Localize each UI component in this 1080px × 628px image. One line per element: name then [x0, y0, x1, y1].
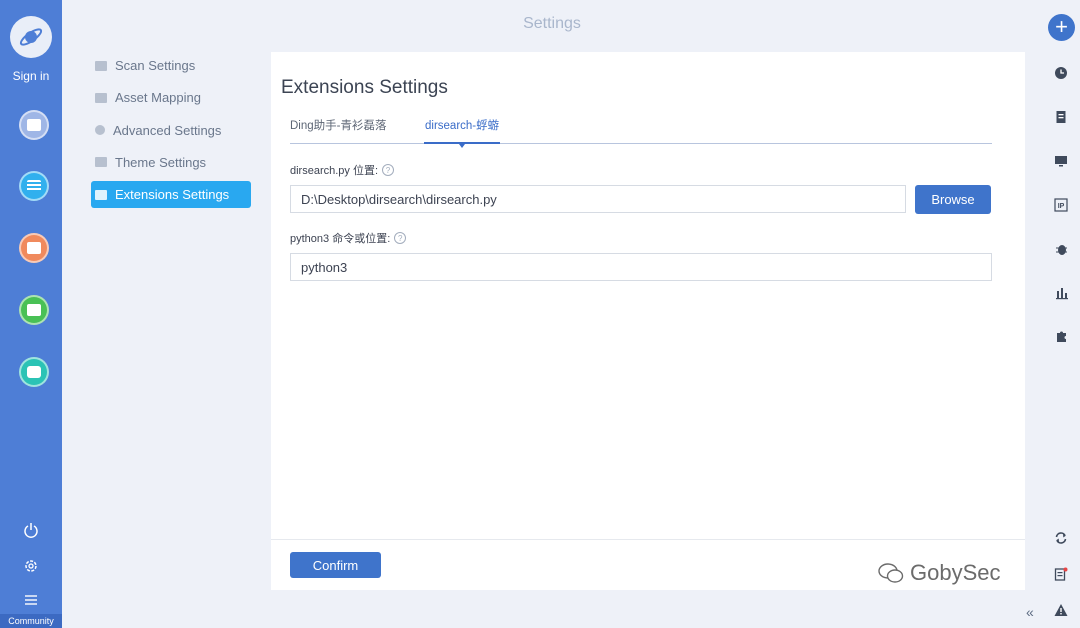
report-button[interactable]: [1053, 566, 1069, 582]
browse-button[interactable]: Browse: [915, 185, 991, 214]
puzzle-icon: [1057, 331, 1066, 342]
ip-label: IP: [1058, 203, 1065, 210]
nav-item-theme-settings[interactable]: Theme Settings: [91, 149, 251, 176]
nav-item-label: Advanced Settings: [113, 122, 222, 138]
watermark-text: GobySec: [910, 560, 1001, 585]
ip-icon: IP: [1054, 198, 1068, 212]
monitor-icon: [95, 60, 107, 71]
help-icon[interactable]: ?: [394, 232, 407, 244]
nav-item-label: Scan Settings: [115, 58, 196, 73]
plugin-icon: [27, 366, 41, 378]
vulnerability-button[interactable]: [1053, 241, 1069, 257]
tab-dirsearch[interactable]: dirsearch-蜉蝣: [424, 118, 501, 148]
python3-command-input[interactable]: [290, 253, 992, 281]
gobysec-watermark: GobySec: [878, 560, 1001, 586]
page-title: Settings: [523, 15, 581, 32]
nav-item-label: Extensions Settings: [115, 187, 230, 203]
refresh-button[interactable]: [1053, 530, 1069, 546]
folder-icon: [95, 189, 107, 200]
planet-logo-icon: [19, 28, 43, 46]
collapse-panel-button[interactable]: «: [1026, 604, 1040, 622]
extensions-settings-panel: Extensions Settings Ding助手-青衫磊落 dirsearc…: [271, 52, 1025, 590]
chart-icon: [27, 304, 41, 316]
ip-button[interactable]: IP: [1053, 197, 1069, 213]
sign-in-link[interactable]: Sign in: [0, 69, 62, 83]
plugin-nav-button[interactable]: [19, 357, 49, 387]
panel-heading: Extensions Settings: [281, 77, 448, 98]
vulnerability-nav-button[interactable]: [19, 233, 49, 263]
gear-icon: [25, 560, 37, 572]
help-icon[interactable]: ?: [382, 164, 395, 176]
collapse-icon: «: [1026, 604, 1034, 620]
community-badge: Community: [0, 614, 62, 628]
field-label-text: python3 命令或位置:: [290, 233, 391, 245]
clock-icon: [1055, 67, 1067, 79]
bug-icon: [1056, 245, 1067, 255]
layers-icon: [95, 92, 107, 103]
list-icon: [27, 180, 41, 192]
sun-icon: [95, 125, 105, 136]
menu-button[interactable]: [21, 590, 41, 610]
document-icon: [1056, 111, 1066, 123]
menu-icon: [25, 595, 37, 605]
dirsearch-path-label: dirsearch.py 位置: ?: [290, 162, 395, 178]
python3-command-label: python3 命令或位置: ?: [290, 230, 407, 246]
warning-button[interactable]: [1053, 602, 1069, 618]
confirm-button[interactable]: Confirm: [290, 552, 381, 578]
field-label-text: dirsearch.py 位置:: [290, 165, 379, 177]
statistics-button[interactable]: [1053, 285, 1069, 301]
plugins-button[interactable]: [1053, 328, 1069, 344]
nav-item-extensions-settings[interactable]: Extensions Settings: [91, 181, 251, 209]
report-icon: [1054, 567, 1068, 581]
monitor-icon: [1055, 156, 1067, 167]
add-task-button[interactable]: +: [1048, 14, 1075, 41]
extension-tabs: Ding助手-青衫磊落 dirsearch-蜉蝣: [290, 118, 992, 148]
right-rail: + IP: [1042, 0, 1080, 628]
nav-item-asset-mapping[interactable]: Asset Mapping: [91, 84, 251, 111]
settings-button[interactable]: [21, 556, 41, 576]
shirt-icon: [95, 157, 107, 168]
scan-icon: [27, 119, 41, 131]
dirsearch-path-input[interactable]: [290, 185, 906, 213]
history-button[interactable]: [1053, 65, 1069, 81]
bar-chart-icon: [1056, 288, 1068, 300]
left-rail: Sign in Community: [0, 0, 62, 628]
monitor-button[interactable]: [1053, 153, 1069, 169]
plus-icon: +: [1055, 14, 1068, 39]
document-button[interactable]: [1053, 109, 1069, 125]
nav-item-advanced-settings[interactable]: Advanced Settings: [91, 117, 251, 144]
power-button[interactable]: [21, 520, 41, 540]
logo[interactable]: [10, 16, 52, 58]
power-icon: [24, 523, 38, 538]
scan-nav-button[interactable]: [19, 110, 49, 140]
bug-icon: [27, 242, 41, 254]
nav-item-label: Theme Settings: [115, 154, 207, 170]
settings-nav: Scan Settings Asset Mapping Advanced Set…: [91, 52, 251, 213]
asset-list-nav-button[interactable]: [19, 171, 49, 201]
warning-icon: [1054, 604, 1068, 616]
report-nav-button[interactable]: [19, 295, 49, 325]
refresh-icon: [1055, 532, 1067, 544]
wechat-icon: [878, 563, 904, 583]
nav-item-label: Asset Mapping: [115, 90, 201, 106]
tab-ding-assistant[interactable]: Ding助手-青衫磊落: [290, 118, 386, 144]
nav-item-scan-settings[interactable]: Scan Settings: [91, 52, 251, 79]
footer-divider: [271, 539, 1025, 540]
